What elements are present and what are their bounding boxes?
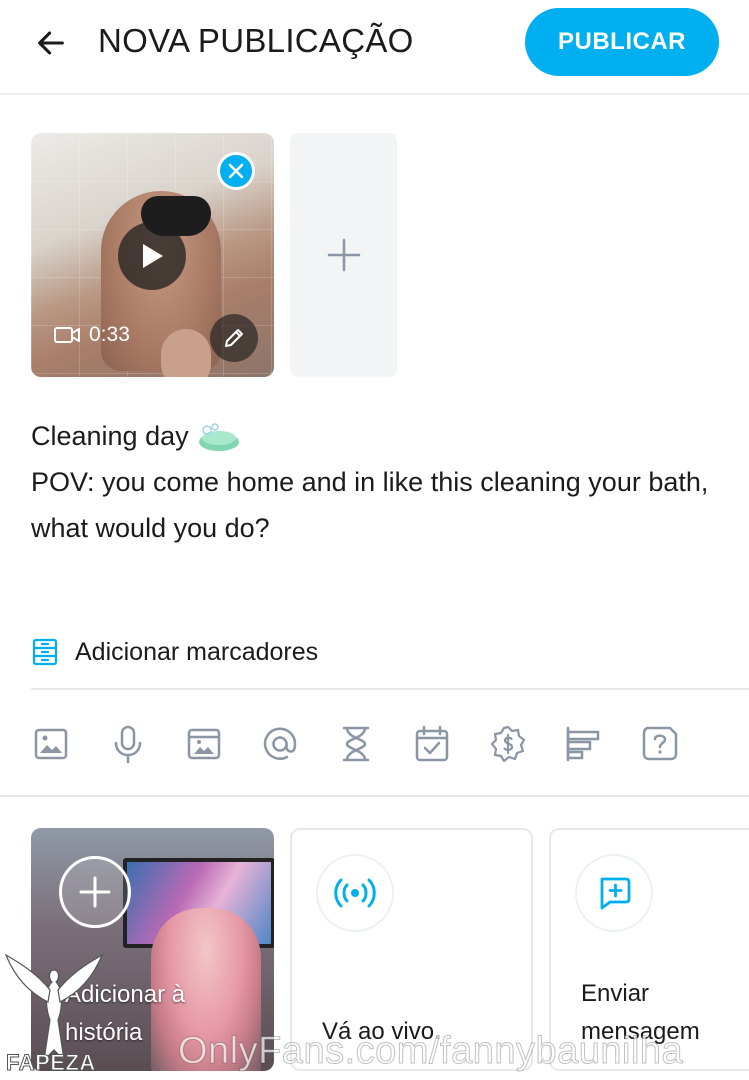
video-camera-icon bbox=[54, 327, 80, 343]
video-duration: 0:33 bbox=[53, 323, 130, 347]
microphone-icon bbox=[114, 725, 142, 764]
vault-icon bbox=[187, 728, 221, 760]
price-tag-icon bbox=[490, 725, 526, 763]
plus-icon bbox=[79, 876, 111, 908]
arrow-left-icon bbox=[38, 31, 64, 55]
add-image-button[interactable] bbox=[31, 722, 71, 766]
price-button[interactable] bbox=[488, 722, 528, 766]
mention-icon bbox=[263, 727, 297, 760]
divider bbox=[0, 795, 749, 797]
add-message-icon bbox=[600, 877, 631, 910]
top-bar: NOVA PUBLICAÇÃO PUBLICAR bbox=[0, 0, 749, 95]
record-audio-button[interactable] bbox=[108, 722, 148, 766]
play-button[interactable] bbox=[118, 222, 186, 290]
close-icon bbox=[228, 163, 244, 179]
go-live-card[interactable]: Vá ao vivo. bbox=[290, 828, 533, 1071]
play-icon bbox=[143, 244, 163, 268]
quiz-button[interactable] bbox=[640, 722, 680, 766]
poll-button[interactable] bbox=[564, 722, 604, 766]
mention-button[interactable] bbox=[260, 722, 300, 766]
drawer-icon bbox=[32, 638, 58, 666]
post-body-text: POV: you come home and in like this clea… bbox=[31, 467, 709, 543]
live-broadcast-icon bbox=[334, 878, 376, 908]
image-icon bbox=[34, 728, 68, 760]
back-button[interactable] bbox=[30, 22, 72, 64]
go-live-label: Vá ao vivo. bbox=[322, 1018, 441, 1045]
schedule-button[interactable] bbox=[412, 722, 452, 766]
add-tags-button[interactable]: Adicionar marcadores bbox=[31, 632, 318, 672]
add-to-story-label: Adicionar à história bbox=[65, 981, 186, 1046]
remove-media-button[interactable] bbox=[217, 152, 255, 190]
thumbnail-detail-2 bbox=[161, 329, 211, 377]
send-message-label: Enviar mensagem bbox=[581, 980, 700, 1045]
add-to-story-card[interactable]: Adicionar à história bbox=[31, 828, 274, 1071]
publish-button[interactable]: PUBLICAR bbox=[525, 8, 719, 76]
post-line-1: Cleaning day bbox=[31, 413, 721, 459]
plus-icon bbox=[327, 238, 360, 272]
vault-button[interactable] bbox=[184, 722, 224, 766]
hourglass-icon bbox=[342, 726, 370, 762]
calendar-check-icon bbox=[415, 725, 449, 762]
pencil-icon bbox=[225, 329, 243, 347]
poll-icon bbox=[566, 726, 600, 762]
post-title-text: Cleaning day bbox=[31, 421, 189, 451]
add-story-plus bbox=[59, 856, 131, 928]
soap-emoji-icon bbox=[198, 423, 239, 451]
expiration-button[interactable] bbox=[336, 722, 376, 766]
edit-media-button[interactable] bbox=[210, 314, 258, 362]
divider bbox=[31, 688, 749, 690]
add-media-button[interactable] bbox=[290, 133, 397, 377]
add-tags-label: Adicionar marcadores bbox=[75, 637, 319, 666]
duration-text: 0:33 bbox=[89, 323, 130, 346]
send-message-card[interactable]: Enviar mensagem bbox=[549, 828, 749, 1071]
message-icon-circle bbox=[577, 856, 651, 930]
live-icon-circle bbox=[318, 856, 392, 930]
page-title: NOVA PUBLICAÇÃO bbox=[98, 22, 414, 59]
quiz-icon bbox=[642, 726, 678, 761]
post-text-area[interactable]: Cleaning day POV: you come home and in l… bbox=[31, 413, 721, 551]
